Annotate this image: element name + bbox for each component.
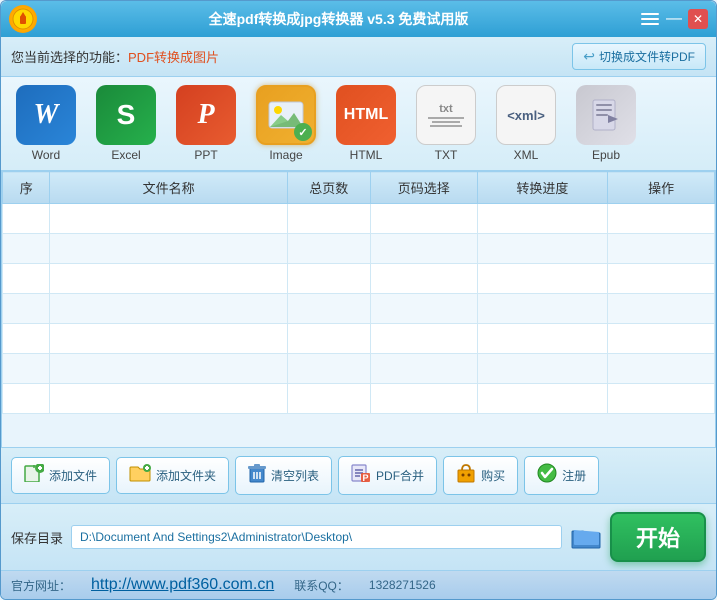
table-row bbox=[3, 234, 715, 264]
save-label: 保存目录 bbox=[11, 528, 63, 547]
txt-icon: txt bbox=[416, 85, 476, 145]
switch-arrow-icon: ↩ bbox=[583, 48, 595, 65]
footer-website-label: 官方网址： bbox=[11, 577, 71, 594]
footer-qq-value: 1328271526 bbox=[369, 578, 436, 592]
app-logo bbox=[9, 5, 37, 33]
format-epub[interactable]: Epub bbox=[571, 85, 641, 162]
format-image-label: Image bbox=[269, 148, 302, 162]
title-bar: 全速pdf转换成jpg转换器 v5.3 免费试用版 — ✕ bbox=[1, 1, 716, 37]
excel-icon: S bbox=[96, 85, 156, 145]
add-folder-button[interactable]: 添加文件夹 bbox=[116, 457, 229, 494]
table-row bbox=[3, 354, 715, 384]
col-filename: 文件名称 bbox=[50, 172, 287, 204]
table-body bbox=[3, 204, 715, 414]
title-text: 全速pdf转换成jpg转换器 v5.3 免费试用版 bbox=[37, 9, 640, 29]
save-bar: 保存目录 D:\Document And Settings2\Administr… bbox=[11, 523, 602, 551]
file-table-wrapper[interactable]: 序 文件名称 总页数 页码选择 转换进度 操作 bbox=[1, 171, 716, 447]
pdf-merge-icon: P bbox=[351, 463, 371, 488]
register-button[interactable]: 注册 bbox=[524, 456, 599, 495]
ppt-icon: P bbox=[176, 85, 236, 145]
col-progress: 转换进度 bbox=[477, 172, 608, 204]
footer-qq-label: 联系QQ： bbox=[294, 577, 349, 594]
footer-website-url[interactable]: http://www.pdf360.com.cn bbox=[91, 576, 274, 594]
table-row bbox=[3, 204, 715, 234]
format-ppt[interactable]: P PPT bbox=[171, 85, 241, 162]
format-epub-label: Epub bbox=[592, 148, 620, 162]
current-function-label: 您当前选择的功能：PDF转换成图片 bbox=[11, 47, 219, 66]
window-controls: — ✕ bbox=[640, 9, 708, 29]
format-txt[interactable]: txt TXT bbox=[411, 85, 481, 162]
format-txt-label: TXT bbox=[435, 148, 458, 162]
format-excel-label: Excel bbox=[111, 148, 140, 162]
footer: 官方网址： http://www.pdf360.com.cn 联系QQ： 132… bbox=[1, 570, 716, 599]
action-bar: 添加文件 添加文件夹 bbox=[1, 447, 716, 503]
start-button[interactable]: 开始 bbox=[610, 512, 706, 562]
table-row bbox=[3, 294, 715, 324]
svg-text:P: P bbox=[363, 473, 369, 483]
format-word-label: Word bbox=[32, 148, 60, 162]
table-header-row: 序 文件名称 总页数 页码选择 转换进度 操作 bbox=[3, 172, 715, 204]
format-ppt-label: PPT bbox=[194, 148, 217, 162]
clear-list-icon bbox=[248, 463, 266, 488]
close-button[interactable]: ✕ bbox=[688, 9, 708, 29]
word-icon: W bbox=[16, 85, 76, 145]
buy-button[interactable]: 购买 bbox=[443, 456, 518, 495]
col-page-select: 页码选择 bbox=[370, 172, 477, 204]
image-icon: ✓ bbox=[256, 85, 316, 145]
switch-to-pdf-button[interactable]: ↩ 切换成文件转PDF bbox=[572, 43, 706, 70]
table-row bbox=[3, 264, 715, 294]
main-content: 序 文件名称 总页数 页码选择 转换进度 操作 bbox=[1, 171, 716, 599]
app-window: 全速pdf转换成jpg转换器 v5.3 免费试用版 — ✕ 您当前选择的功能：P… bbox=[0, 0, 717, 600]
col-pages: 总页数 bbox=[287, 172, 370, 204]
format-excel[interactable]: S Excel bbox=[91, 85, 161, 162]
add-file-button[interactable]: 添加文件 bbox=[11, 457, 110, 494]
format-xml[interactable]: <xml> XML bbox=[491, 85, 561, 162]
clear-list-button[interactable]: 清空列表 bbox=[235, 456, 332, 495]
html-icon: HTML bbox=[336, 85, 396, 145]
format-image[interactable]: ✓ Image bbox=[251, 85, 321, 162]
table-row bbox=[3, 324, 715, 354]
format-html-label: HTML bbox=[350, 148, 383, 162]
xml-icon: <xml> bbox=[496, 85, 556, 145]
add-folder-icon bbox=[129, 464, 151, 487]
table-row bbox=[3, 384, 715, 414]
image-check-icon: ✓ bbox=[294, 123, 312, 141]
file-table: 序 文件名称 总页数 页码选择 转换进度 操作 bbox=[2, 171, 715, 414]
format-xml-label: XML bbox=[514, 148, 539, 162]
save-start-bar: 保存目录 D:\Document And Settings2\Administr… bbox=[1, 503, 716, 570]
browse-folder-button[interactable] bbox=[570, 523, 602, 551]
menu-button[interactable] bbox=[640, 9, 660, 29]
format-bar: W Word S Excel P PPT bbox=[1, 77, 716, 171]
buy-icon bbox=[456, 463, 476, 488]
col-action: 操作 bbox=[608, 172, 715, 204]
pdf-merge-button[interactable]: P PDF合并 bbox=[338, 456, 437, 495]
register-icon bbox=[537, 463, 557, 488]
minimize-button[interactable]: — bbox=[664, 9, 684, 29]
toolbar: 您当前选择的功能：PDF转换成图片 ↩ 切换成文件转PDF bbox=[1, 37, 716, 77]
add-file-icon bbox=[24, 464, 44, 487]
col-seq: 序 bbox=[3, 172, 50, 204]
format-word[interactable]: W Word bbox=[11, 85, 81, 162]
epub-icon bbox=[576, 85, 636, 145]
save-path[interactable]: D:\Document And Settings2\Administrator\… bbox=[71, 525, 562, 549]
format-html[interactable]: HTML HTML bbox=[331, 85, 401, 162]
